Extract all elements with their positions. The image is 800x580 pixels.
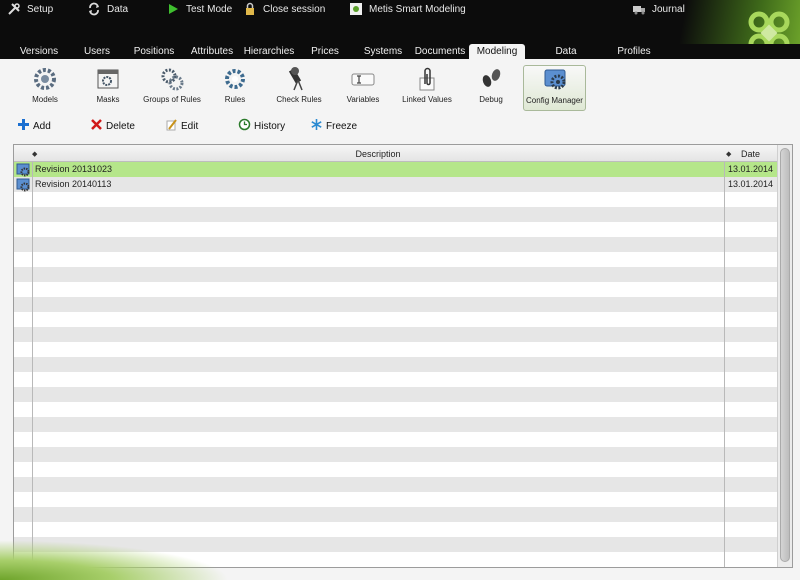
delete-button-label: Delete bbox=[106, 120, 135, 132]
tab-positions[interactable]: Positions bbox=[130, 44, 178, 59]
column-header-date[interactable]: ◆ Date bbox=[724, 145, 777, 162]
ribbon-label: Config Manager bbox=[526, 96, 583, 105]
paperclip-icon bbox=[413, 65, 441, 93]
plus-icon bbox=[17, 118, 30, 134]
top-menu-app-name: Metis Smart Modeling bbox=[349, 2, 466, 16]
tools-icon bbox=[7, 2, 21, 16]
footer-swoosh bbox=[0, 540, 230, 580]
history-icon bbox=[238, 118, 251, 134]
ribbon-rules[interactable]: Rules bbox=[205, 65, 265, 111]
top-menu-setup[interactable]: Setup bbox=[7, 2, 53, 16]
revision-icon bbox=[16, 162, 30, 177]
top-menu-data[interactable]: Data bbox=[87, 2, 128, 16]
gear-group-icon bbox=[158, 65, 186, 93]
column-divider bbox=[724, 162, 725, 567]
tab-hierarchies[interactable]: Hierarchies bbox=[243, 44, 295, 59]
app-icon bbox=[349, 2, 363, 16]
history-button-label: History bbox=[254, 120, 286, 132]
column-header-icon[interactable]: ◆ bbox=[14, 145, 37, 162]
add-button-label: Add bbox=[33, 120, 51, 132]
snowflake-icon bbox=[310, 118, 323, 134]
ribbon-models[interactable]: Models bbox=[15, 65, 75, 111]
scrollbar-thumb[interactable] bbox=[780, 148, 790, 562]
play-icon bbox=[166, 2, 180, 16]
delete-button[interactable]: Delete bbox=[90, 119, 135, 133]
top-menu-journal[interactable]: Journal bbox=[632, 2, 685, 16]
main-tabs: Versions Users Positions Attributes Hier… bbox=[0, 44, 800, 73]
top-menu-label: Journal bbox=[652, 3, 685, 15]
ribbon-label: Models bbox=[32, 95, 58, 104]
tab-prices[interactable]: Prices bbox=[308, 44, 342, 59]
ribbon-label: Groups of Rules bbox=[143, 95, 201, 104]
action-toolbar: Add Delete Edit History Freeze bbox=[0, 115, 800, 137]
gear-rules-icon bbox=[221, 65, 249, 93]
tab-documents[interactable]: Documents bbox=[414, 44, 466, 59]
row-description: Revision 20131023 bbox=[35, 164, 113, 174]
ribbon-label: Linked Values bbox=[402, 95, 452, 104]
column-header-description[interactable]: Description bbox=[32, 145, 724, 162]
tab-systems[interactable]: Systems bbox=[362, 44, 404, 59]
table-row[interactable]: Revision 20131023 13.01.2014 bbox=[14, 162, 777, 177]
ribbon-linked-values[interactable]: Linked Values bbox=[397, 65, 457, 111]
revision-icon bbox=[16, 177, 30, 192]
top-menu-label: Setup bbox=[27, 3, 54, 15]
tab-users[interactable]: Users bbox=[80, 44, 114, 59]
ribbon-config-manager[interactable]: Config Manager bbox=[523, 65, 586, 111]
ribbon-label: Masks bbox=[96, 95, 120, 104]
column-divider bbox=[32, 162, 33, 567]
modeling-ribbon: Models Masks Groups of Rules Rules Check… bbox=[0, 59, 800, 113]
row-date: 13.01.2014 bbox=[728, 164, 774, 174]
vertical-scrollbar[interactable] bbox=[777, 145, 792, 567]
top-menu-test-mode[interactable]: Test Mode bbox=[166, 2, 232, 16]
top-menu: Setup Data Test Mode Close session Metis… bbox=[0, 0, 800, 18]
history-button[interactable]: History bbox=[238, 118, 286, 134]
ribbon-variables[interactable]: Variables bbox=[333, 65, 393, 111]
top-menu-label: Metis Smart Modeling bbox=[369, 3, 466, 15]
gears-icon bbox=[31, 65, 59, 93]
grid-body: Revision 20131023 13.01.2014 Revision 20… bbox=[14, 162, 777, 567]
footsteps-icon bbox=[477, 65, 505, 93]
column-header-date-label: Date bbox=[740, 149, 760, 159]
row-description: Revision 20140113 bbox=[35, 179, 112, 189]
ribbon-label: Check Rules bbox=[276, 95, 322, 104]
top-menu-label: Data bbox=[107, 3, 129, 15]
lock-icon bbox=[243, 2, 257, 16]
grid-header: ◆ Description ◆ Date bbox=[14, 145, 792, 162]
freeze-button-label: Freeze bbox=[326, 120, 358, 132]
edit-button[interactable]: Edit bbox=[165, 119, 198, 133]
variable-box-icon bbox=[349, 65, 377, 93]
mask-window-icon bbox=[94, 65, 122, 93]
ribbon-label: Variables bbox=[346, 95, 380, 104]
telescope-icon bbox=[285, 65, 313, 93]
tab-profiles[interactable]: Profiles bbox=[614, 44, 654, 59]
tab-attributes[interactable]: Attributes bbox=[188, 44, 236, 59]
top-menu-label: Test Mode bbox=[186, 3, 233, 15]
x-icon bbox=[90, 118, 103, 134]
tab-data-management[interactable]: Data Management bbox=[528, 44, 604, 73]
ribbon-check-rules[interactable]: Check Rules bbox=[269, 65, 329, 111]
tab-modeling[interactable]: Modeling bbox=[469, 44, 525, 59]
ribbon-label: Debug bbox=[479, 95, 503, 104]
refresh-icon bbox=[87, 2, 101, 16]
ribbon-debug[interactable]: Debug bbox=[461, 65, 521, 111]
revisions-grid: ◆ Description ◆ Date Revision 20131023 1… bbox=[13, 144, 793, 568]
ribbon-groups-of-rules[interactable]: Groups of Rules bbox=[142, 65, 202, 111]
edit-button-label: Edit bbox=[181, 120, 199, 132]
add-button[interactable]: Add bbox=[17, 119, 51, 133]
tab-versions[interactable]: Versions bbox=[14, 44, 64, 59]
ribbon-masks[interactable]: Masks bbox=[78, 65, 138, 111]
freeze-button[interactable]: Freeze bbox=[310, 119, 357, 133]
top-menu-label: Close session bbox=[263, 3, 326, 15]
row-date: 13.01.2014 bbox=[728, 179, 774, 189]
table-row[interactable]: Revision 20140113 13.01.2014 bbox=[14, 177, 777, 192]
ribbon-label: Rules bbox=[224, 95, 246, 104]
truck-icon bbox=[632, 2, 646, 16]
top-menu-close-session[interactable]: Close session bbox=[243, 2, 325, 16]
pencil-icon bbox=[165, 118, 178, 134]
config-manager-icon bbox=[541, 66, 569, 94]
